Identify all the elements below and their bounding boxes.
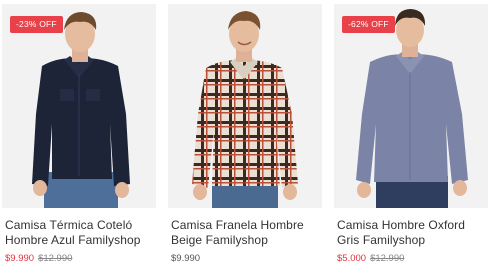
product-image[interactable]: -62% OFF bbox=[334, 4, 488, 208]
product-name[interactable]: Camisa Hombre Oxford Gris Familyshop bbox=[337, 218, 489, 248]
man-gray-oxford-shirt-photo bbox=[334, 4, 488, 208]
product-image[interactable]: -23% OFF bbox=[2, 4, 156, 208]
product-price: $5.000 $12.990 bbox=[337, 253, 404, 265]
product-name[interactable]: Camisa Franela Hombre Beige Familyshop bbox=[171, 218, 323, 248]
sale-price: $5.000 bbox=[337, 253, 367, 264]
product-card[interactable]: -62% OFF Camisa Hombre Oxford Gris Famil… bbox=[334, 0, 490, 270]
discount-badge: -23% OFF bbox=[10, 16, 63, 33]
product-price: $9.990 $12.990 bbox=[5, 253, 72, 265]
product-grid: -23% OFF Camisa Térmica Coteló Hombre Az… bbox=[0, 0, 492, 270]
discount-badge: -62% OFF bbox=[342, 16, 395, 33]
product-card[interactable]: Camisa Franela Hombre Beige Familyshop $… bbox=[168, 0, 324, 270]
original-price: $12.990 bbox=[38, 253, 73, 264]
original-price: $12.990 bbox=[370, 253, 405, 264]
product-image[interactable] bbox=[168, 4, 322, 208]
product-card[interactable]: -23% OFF Camisa Térmica Coteló Hombre Az… bbox=[2, 0, 158, 270]
product-name[interactable]: Camisa Térmica Coteló Hombre Azul Family… bbox=[5, 218, 157, 248]
man-plaid-flannel-shirt-photo bbox=[168, 4, 322, 208]
sale-price: $9.990 bbox=[5, 253, 35, 264]
man-navy-corduroy-shirt-photo bbox=[2, 4, 156, 208]
regular-price: $9.990 bbox=[171, 253, 201, 264]
product-price: $9.990 bbox=[171, 253, 200, 265]
